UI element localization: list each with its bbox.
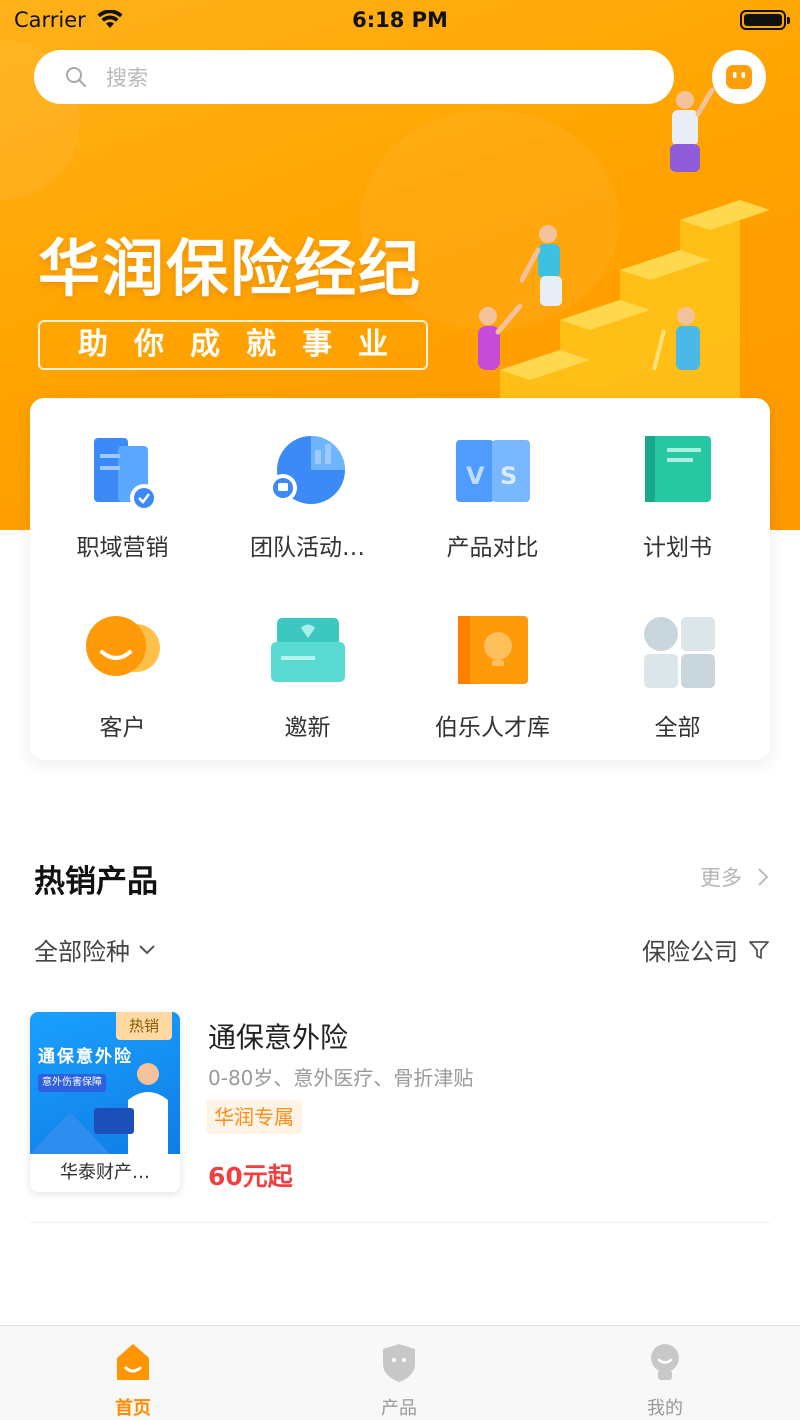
divider bbox=[30, 1222, 770, 1223]
menu-item-customer[interactable]: 客户 bbox=[30, 578, 215, 758]
tab-home[interactable]: 首页 bbox=[0, 1326, 266, 1420]
tab-label: 我的 bbox=[647, 1398, 683, 1419]
workplace-marketing-icon bbox=[93, 438, 158, 512]
menu-item-product-compare[interactable]: V S 产品对比 bbox=[400, 398, 585, 578]
menu-item-label: 伯乐人才库 bbox=[435, 715, 550, 741]
tab-bar: 首页 产品 我的 bbox=[0, 1325, 800, 1420]
banner-slogan: 助你成就事业 bbox=[38, 320, 428, 370]
insurer-name: 华泰财产… bbox=[60, 1162, 150, 1183]
shield-icon bbox=[383, 1344, 415, 1382]
menu-item-all[interactable]: 全部 bbox=[585, 578, 770, 758]
product-thumbnail: 通保意外险 意外伤害保障 热销 华泰财产… bbox=[30, 1012, 180, 1192]
menu-item-team-activity[interactable]: 团队活动… bbox=[215, 398, 400, 578]
menu-item-plan-book[interactable]: 计划书 bbox=[585, 398, 770, 578]
more-link[interactable]: 更多 bbox=[700, 862, 770, 892]
product-price: 60元起 bbox=[208, 1162, 293, 1191]
customer-icon bbox=[85, 616, 160, 676]
all-apps-icon bbox=[643, 617, 715, 688]
svg-text:S: S bbox=[500, 462, 517, 490]
insurance-type-filter[interactable]: 全部险种 bbox=[34, 932, 156, 967]
team-activity-icon bbox=[268, 436, 345, 504]
tab-label: 产品 bbox=[381, 1398, 417, 1419]
svg-text:V: V bbox=[466, 462, 485, 490]
menu-item-label: 计划书 bbox=[643, 535, 712, 561]
chevron-down-icon bbox=[139, 944, 155, 954]
invite-icon bbox=[270, 618, 345, 682]
tab-mine[interactable]: 我的 bbox=[532, 1326, 798, 1420]
chevron-right-icon bbox=[758, 868, 769, 886]
product-description: 0-80岁、意外医疗、骨折津贴 bbox=[208, 1066, 474, 1090]
insurer-filter[interactable]: 保险公司 bbox=[642, 932, 770, 967]
banner-title: 华润保险经纪 bbox=[38, 232, 423, 305]
menu-item-label: 职域营销 bbox=[76, 535, 169, 561]
menu-item-label: 邀新 bbox=[284, 715, 331, 741]
cover-title: 通保意外险 bbox=[38, 1047, 133, 1067]
status-bar: Carrier 6:18 PM bbox=[0, 0, 800, 44]
exclusive-tag: 华润专属 bbox=[206, 1100, 302, 1134]
menu-item-label: 客户 bbox=[99, 715, 146, 741]
menu-item-invite[interactable]: 邀新 bbox=[215, 578, 400, 758]
section-title: 热销产品 bbox=[34, 864, 158, 900]
plan-book-icon bbox=[644, 436, 711, 502]
menu-item-workplace-marketing[interactable]: 职域营销 bbox=[30, 398, 215, 578]
search-placeholder: 搜索 bbox=[106, 66, 148, 90]
profile-icon bbox=[651, 1344, 679, 1380]
search-icon bbox=[66, 67, 86, 87]
product-compare-icon: V S bbox=[455, 440, 530, 502]
tab-label: 首页 bbox=[115, 1398, 151, 1419]
stairs-climbing-illustration bbox=[478, 87, 770, 400]
menu-item-label: 产品对比 bbox=[446, 535, 539, 561]
quick-menu-card: 职域营销 团队活动… V S 产品对比 计划书 客户 邀新 伯乐人才库 全部 bbox=[30, 398, 770, 760]
battery-icon bbox=[740, 10, 790, 30]
hot-badge: 热销 bbox=[116, 1012, 172, 1040]
more-label: 更多 bbox=[700, 866, 742, 890]
menu-item-talent-pool[interactable]: 伯乐人才库 bbox=[400, 578, 585, 758]
insurer-filter-label: 保险公司 bbox=[642, 938, 738, 966]
product-name: 通保意外险 bbox=[208, 1021, 349, 1054]
clock: 6:18 PM bbox=[352, 8, 448, 32]
product-card[interactable]: 通保意外险 意外伤害保障 热销 华泰财产… 通保意外险 0-80岁、意外医疗、骨… bbox=[30, 1012, 770, 1212]
tab-products[interactable]: 产品 bbox=[266, 1326, 532, 1420]
filter-icon bbox=[749, 940, 769, 959]
menu-item-label: 团队活动… bbox=[250, 535, 365, 561]
menu-item-label: 全部 bbox=[654, 715, 701, 741]
home-icon bbox=[117, 1344, 149, 1380]
insurance-type-label: 全部险种 bbox=[34, 938, 130, 966]
talent-pool-icon bbox=[457, 616, 528, 684]
cover-subtitle: 意外伤害保障 bbox=[38, 1074, 106, 1092]
